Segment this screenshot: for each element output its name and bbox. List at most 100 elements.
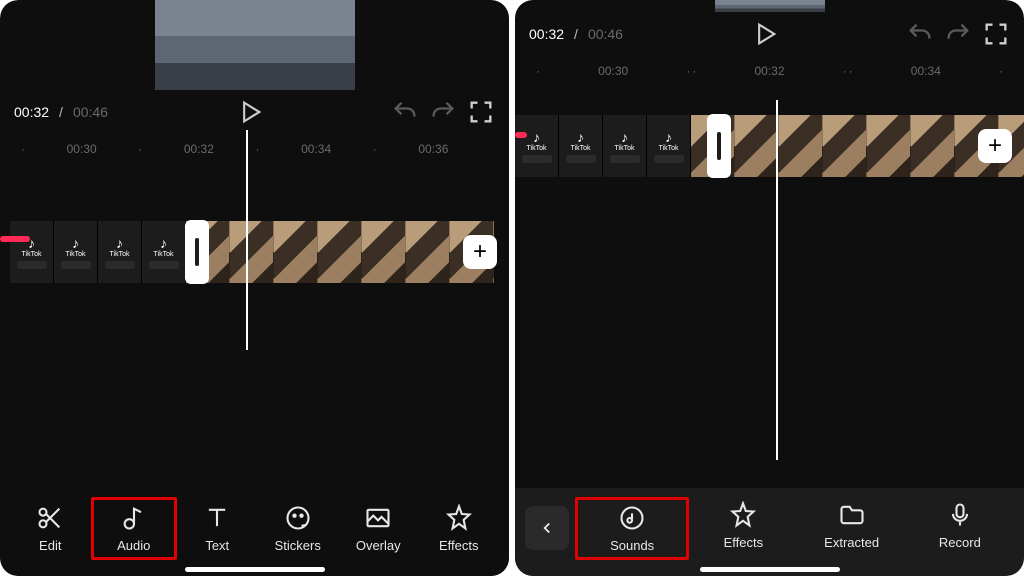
audio-toolbar: Sounds Effects Extracted Record: [515, 488, 1024, 576]
audio-marker: [515, 132, 527, 138]
ruler-tick: 00:36: [378, 142, 489, 156]
tiktok-label: TikTok: [110, 251, 130, 258]
clip-frame[interactable]: [406, 221, 450, 283]
clip-frame[interactable]: [274, 221, 318, 283]
clip-tiktok[interactable]: ♪TikTok: [142, 221, 186, 283]
preview-area: [515, 0, 1024, 12]
fullscreen-button[interactable]: [467, 98, 495, 126]
play-button[interactable]: [751, 20, 779, 48]
tiktok-label: TikTok: [571, 145, 591, 152]
undo-button[interactable]: [906, 20, 934, 48]
stickers-tool[interactable]: Stickers: [258, 500, 339, 557]
clip-frame[interactable]: [779, 115, 823, 177]
extracted-tool[interactable]: Extracted: [798, 497, 906, 560]
undo-button[interactable]: [391, 98, 419, 126]
clip-tiktok[interactable]: ♪TikTok: [647, 115, 691, 177]
split-handle[interactable]: [707, 114, 731, 178]
tiktok-label: TikTok: [154, 251, 174, 258]
tiktok-label: TikTok: [22, 251, 42, 258]
scissors-icon: [36, 504, 64, 532]
playback-controls: 00:32 / 00:46: [0, 90, 509, 136]
clip-tiktok[interactable]: ♪TikTok: [10, 221, 54, 283]
effects-tool[interactable]: Effects: [419, 500, 500, 557]
fullscreen-button[interactable]: [982, 20, 1010, 48]
undo-icon: [391, 98, 419, 126]
record-tool[interactable]: Record: [906, 497, 1014, 560]
effects-tool[interactable]: Effects: [689, 497, 797, 560]
tool-label: Sounds: [610, 538, 654, 553]
sticker-icon: [284, 504, 312, 532]
tool-label: Text: [205, 538, 229, 553]
text-icon: [203, 504, 231, 532]
tiktok-label: TikTok: [527, 145, 547, 152]
play-icon: [751, 20, 779, 48]
tool-label: Audio: [117, 538, 150, 553]
undo-icon: [906, 20, 934, 48]
playhead[interactable]: [776, 100, 778, 460]
back-button[interactable]: [525, 506, 569, 550]
time-separator: /: [59, 104, 63, 120]
play-button[interactable]: [236, 98, 264, 126]
clip-frame[interactable]: [911, 115, 955, 177]
tool-label: Effects: [724, 535, 764, 550]
clip-tiktok[interactable]: ♪TikTok: [559, 115, 603, 177]
editor-panel-audio: 00:32 / 00:46 ·00:30 ··00:32 ··00:34 ·: [515, 0, 1024, 576]
edit-tool[interactable]: Edit: [10, 500, 91, 557]
redo-icon: [429, 98, 457, 126]
text-tool[interactable]: Text: [177, 500, 258, 557]
sounds-icon: [618, 504, 646, 532]
home-indicator: [700, 567, 840, 572]
tool-label: Stickers: [275, 538, 321, 553]
overlay-icon: [364, 504, 392, 532]
overlay-tool[interactable]: Overlay: [338, 500, 419, 557]
tool-label: Edit: [39, 538, 61, 553]
clip-tiktok[interactable]: ♪TikTok: [98, 221, 142, 283]
main-toolbar: Edit Audio Text Stickers Overlay Effects: [0, 488, 509, 576]
current-time: 00:32: [529, 26, 564, 42]
star-icon: [729, 501, 757, 529]
timeline-track[interactable]: ♪TikTok ♪TikTok ♪TikTok ♪TikTok +: [515, 106, 1024, 186]
star-icon: [445, 504, 473, 532]
ruler-tick: 00:30: [26, 142, 137, 156]
playback-controls: 00:32 / 00:46: [515, 12, 1024, 58]
clip-frame[interactable]: [362, 221, 406, 283]
clip-frame[interactable]: [735, 115, 779, 177]
play-icon: [236, 98, 264, 126]
total-time: 00:46: [588, 26, 623, 42]
plus-icon: +: [473, 238, 487, 266]
preview-area: [0, 0, 509, 90]
clip-frame[interactable]: [867, 115, 911, 177]
tool-label: Extracted: [824, 535, 879, 550]
clip-tiktok[interactable]: ♪TikTok: [603, 115, 647, 177]
home-indicator: [185, 567, 325, 572]
clip-tiktok[interactable]: ♪TikTok: [54, 221, 98, 283]
add-clip-button[interactable]: +: [978, 129, 1012, 163]
clip-frame[interactable]: [823, 115, 867, 177]
tool-label: Record: [939, 535, 981, 550]
add-clip-button[interactable]: +: [463, 235, 497, 269]
playhead[interactable]: [246, 130, 248, 350]
redo-button[interactable]: [429, 98, 457, 126]
ruler-tick: 00:30: [541, 64, 685, 78]
preview-thumbnail: [155, 0, 355, 90]
tool-label: Effects: [439, 538, 479, 553]
timeline-track[interactable]: ♪TikTok ♪TikTok ♪TikTok ♪TikTok +: [0, 212, 509, 292]
audio-tool[interactable]: Audio: [91, 497, 178, 560]
time-separator: /: [574, 26, 578, 42]
clip-frame[interactable]: [230, 221, 274, 283]
current-time: 00:32: [14, 104, 49, 120]
tiktok-label: TikTok: [615, 145, 635, 152]
sounds-tool[interactable]: Sounds: [575, 497, 689, 560]
clip-frame[interactable]: [318, 221, 362, 283]
clip-tiktok[interactable]: ♪TikTok: [515, 115, 559, 177]
redo-button[interactable]: [944, 20, 972, 48]
chevron-left-icon: [538, 519, 556, 537]
tiktok-label: TikTok: [659, 145, 679, 152]
timeline-ruler: ·00:30 ·00:32 ·00:34 ·00:36: [0, 136, 509, 162]
ruler-tick: 00:34: [261, 142, 372, 156]
split-handle[interactable]: [185, 220, 209, 284]
ruler-tick: 00:34: [854, 64, 998, 78]
music-note-icon: [120, 504, 148, 532]
audio-marker: [0, 236, 30, 242]
fullscreen-icon: [982, 20, 1010, 48]
